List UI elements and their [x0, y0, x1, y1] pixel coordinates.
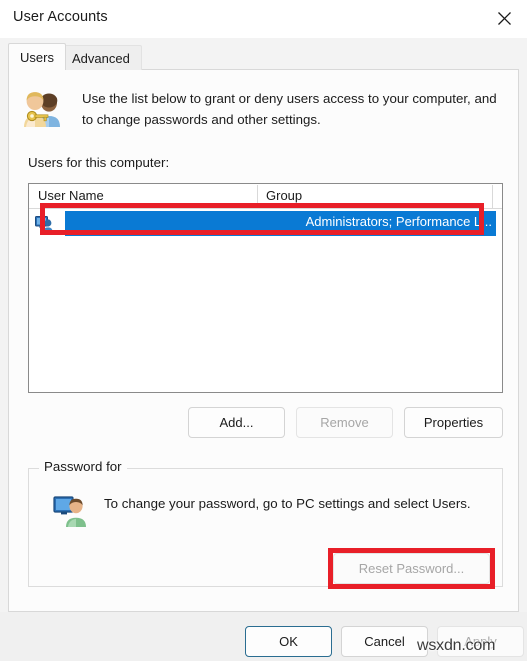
user-accounts-dialog: User Accounts Users Advanced Use the lis… [0, 0, 527, 661]
window-title: User Accounts [13, 9, 108, 25]
tab-users-label: Users [20, 49, 54, 65]
tab-advanced-label: Advanced [72, 50, 130, 66]
add-button-label: Add... [219, 415, 254, 430]
column-header-group[interactable]: Group [266, 188, 302, 203]
add-button[interactable]: Add... [188, 407, 285, 438]
users-tab-panel: Use the list below to grant or deny user… [8, 69, 519, 612]
remove-button: Remove [296, 407, 393, 438]
users-list-label: Users for this computer: [28, 155, 170, 170]
tab-users[interactable]: Users [8, 43, 66, 70]
remove-button-label: Remove [320, 415, 369, 430]
user-computer-icon [35, 214, 55, 234]
users-list[interactable]: User Name Group Administrators; Performa… [28, 183, 503, 393]
users-description: Use the list below to grant or deny user… [82, 91, 497, 127]
password-group-label: Password for [39, 459, 127, 474]
close-icon[interactable] [481, 0, 527, 36]
list-column-headers: User Name Group [29, 184, 502, 209]
users-key-icon [18, 86, 66, 134]
user-monitor-icon [53, 493, 91, 531]
watermark: wsxdn.com [417, 637, 496, 654]
ok-button-label: OK [279, 634, 298, 649]
column-divider-1[interactable] [257, 185, 258, 208]
cell-group: Administrators; Performance L... [305, 214, 492, 229]
title-bar: User Accounts [0, 0, 527, 38]
cancel-button[interactable]: Cancel [341, 626, 428, 657]
properties-button[interactable]: Properties [404, 407, 503, 438]
password-group-box: Password for To change your password, go… [28, 459, 503, 589]
table-row[interactable]: Administrators; Performance L... [29, 210, 502, 238]
tab-strip: Users Advanced [0, 38, 527, 70]
column-divider-2[interactable] [492, 185, 493, 208]
properties-button-label: Properties [423, 415, 484, 430]
ok-button[interactable]: OK [245, 626, 332, 657]
tab-advanced[interactable]: Advanced [60, 45, 142, 70]
reset-password-button-label: Reset Password... [358, 561, 465, 576]
column-header-user-name[interactable]: User Name [38, 188, 104, 203]
password-description: To change your password, go to PC settin… [104, 496, 471, 511]
cancel-button-label: Cancel [364, 634, 405, 649]
reset-password-button: Reset Password... [333, 553, 490, 584]
